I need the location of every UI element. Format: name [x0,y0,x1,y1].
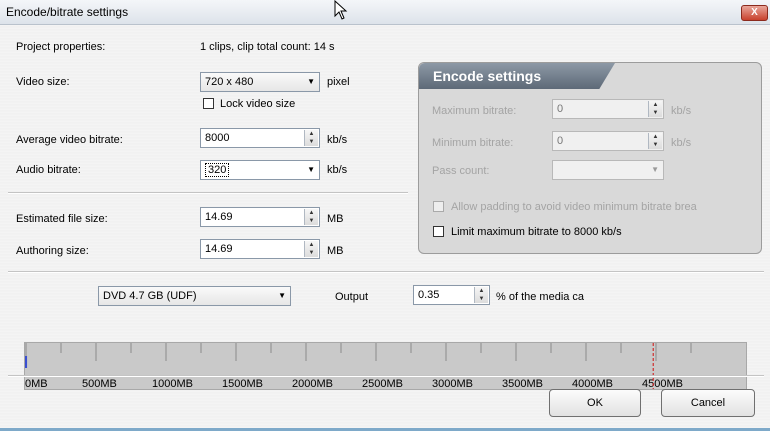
authoring-size-input[interactable]: 14.69 ▲ ▼ [200,239,320,259]
separator [8,271,764,273]
tick-label: 3000MB [432,378,473,389]
disc-usage-svg: 0MB 500MB 1000MB 1500MB 2000MB 2500MB 3000MB 35… [25,343,692,390]
authoring-size-unit: MB [327,245,344,257]
close-button[interactable]: X [741,5,768,21]
separator [8,375,764,377]
output-percent-input[interactable]: 0.35 ▲ ▼ [413,285,490,305]
tick-label: 1500MB [222,378,263,389]
project-properties-label: Project properties: [16,41,106,53]
pass-count-dropdown[interactable]: ▼ [552,160,664,180]
tick-label: 1000MB [152,378,193,389]
max-bitrate-label: Maximum bitrate: [432,105,517,117]
estimated-size-spinner[interactable]: ▲ ▼ [304,209,318,225]
audio-bitrate-dropdown[interactable]: 320 ▼ [200,160,320,180]
authoring-size-value: 14.69 [205,243,233,255]
max-bitrate-input[interactable]: 0 ▲ ▼ [552,99,664,119]
allow-padding-label: Allow padding to avoid video minimum bit… [451,201,697,213]
chevron-down-icon: ▼ [307,165,315,174]
disc-type-value: DVD 4.7 GB (UDF) [103,290,197,302]
video-size-dropdown[interactable]: 720 x 480 ▼ [200,72,320,92]
tick-label: 2000MB [292,378,333,389]
tick-label: 500MB [82,378,117,389]
min-bitrate-label: Minimum bitrate: [432,137,514,149]
max-bitrate-value: 0 [557,103,564,115]
cancel-button[interactable]: Cancel [661,389,755,417]
limit-bitrate-label: Limit maximum bitrate to 8000 kb/s [451,226,622,238]
video-size-value: 720 x 480 [205,76,254,88]
min-bitrate-input[interactable]: 0 ▲ ▼ [552,131,664,151]
disc-usage-chart: 0MB 500MB 1000MB 1500MB 2000MB 2500MB 3000MB 35… [24,342,747,390]
estimated-size-value: 14.69 [205,211,233,223]
tick-label: 0MB [25,378,48,389]
avg-bitrate-label: Average video bitrate: [16,134,123,146]
avg-bitrate-value: 8000 [205,132,230,144]
encode-settings-group: Encode settings Maximum bitrate: 0 ▲ ▼ kb… [418,62,762,254]
chevron-down-icon: ▼ [307,77,315,86]
max-bitrate-unit: kb/s [671,105,692,117]
estimated-size-unit: MB [327,213,344,225]
tick-label: 4500MB [642,378,683,389]
title-bar: Encode/bitrate settings X [0,0,770,25]
project-properties-value: 1 clips, clip total count: 14 s [200,41,335,53]
audio-bitrate-unit: kb/s [327,164,348,176]
tick-label: 4000MB [572,378,613,389]
estimated-size-input[interactable]: 14.69 ▲ ▼ [200,207,320,227]
avg-bitrate-unit: kb/s [327,134,348,146]
avg-bitrate-input[interactable]: 8000 ▲ ▼ [200,128,320,148]
window-title: Encode/bitrate settings [6,5,129,19]
output-percent-value: 0.35 [418,289,440,301]
separator [8,192,408,194]
encode-settings-title: Encode settings [433,68,542,84]
disc-type-dropdown[interactable]: DVD 4.7 GB (UDF) ▼ [98,286,291,306]
estimated-size-label: Estimated file size: [16,213,108,225]
video-size-label: Video size: [16,76,70,88]
video-size-unit: pixel [327,76,350,88]
lock-video-size-label: Lock video size [220,98,296,110]
output-percent-spinner[interactable]: ▲ ▼ [474,287,488,303]
avg-bitrate-spinner[interactable]: ▲ ▼ [304,130,318,146]
allow-padding-checkbox[interactable] [433,201,444,212]
audio-bitrate-label: Audio bitrate: [16,164,81,176]
output-unit: % of the media ca [496,291,585,303]
mouse-cursor-icon [334,0,348,20]
max-bitrate-spinner[interactable]: ▲ ▼ [648,101,662,117]
used-space-bar [25,356,28,368]
chevron-down-icon: ▼ [651,165,659,174]
limit-bitrate-checkbox[interactable] [433,226,444,237]
pass-count-label: Pass count: [432,165,490,177]
ok-button[interactable]: OK [549,389,641,417]
min-bitrate-unit: kb/s [671,137,692,149]
tick-label: 2500MB [362,378,403,389]
authoring-size-label: Authoring size: [16,245,89,257]
authoring-size-spinner[interactable]: ▲ ▼ [304,241,318,257]
min-bitrate-spinner[interactable]: ▲ ▼ [648,133,662,149]
audio-bitrate-value: 320 [205,163,230,177]
chevron-down-icon: ▼ [278,291,286,300]
encode-settings-header: Encode settings [419,63,615,89]
tick-label: 3500MB [502,378,543,389]
min-bitrate-value: 0 [557,135,564,147]
output-label: Output [335,291,369,303]
lock-video-size-checkbox[interactable] [203,98,214,109]
